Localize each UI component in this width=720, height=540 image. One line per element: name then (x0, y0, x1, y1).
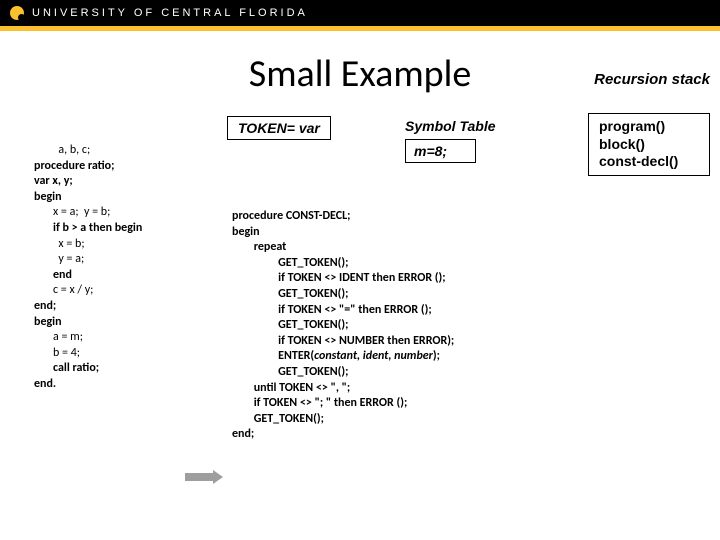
symbol-table-label: Symbol Table (405, 118, 496, 134)
stack-frame-program: program() (599, 118, 699, 136)
procedure-code-right: procedure CONST-DECL; begin repeat GET_T… (232, 209, 454, 443)
symbol-table-box: m=8; (405, 139, 476, 163)
header-bar: UNIVERSITY OF CENTRAL FLORIDA (0, 0, 720, 26)
stack-frame-block: block() (599, 136, 699, 154)
token-box: TOKEN= var (227, 116, 331, 140)
recursion-stack-box: program() block() const-decl() (588, 113, 710, 176)
slide-body: Small Example Recursion stack TOKEN= var… (0, 31, 720, 540)
stack-frame-const-decl: const-decl() (599, 153, 699, 171)
recursion-stack-label: Recursion stack (594, 71, 710, 88)
ucf-logo-icon (10, 6, 24, 20)
university-name: UNIVERSITY OF CENTRAL FLORIDA (32, 7, 308, 19)
source-code-left: a, b, c; procedure ratio; var x, y; begi… (34, 143, 142, 393)
arrow-icon (185, 473, 223, 481)
